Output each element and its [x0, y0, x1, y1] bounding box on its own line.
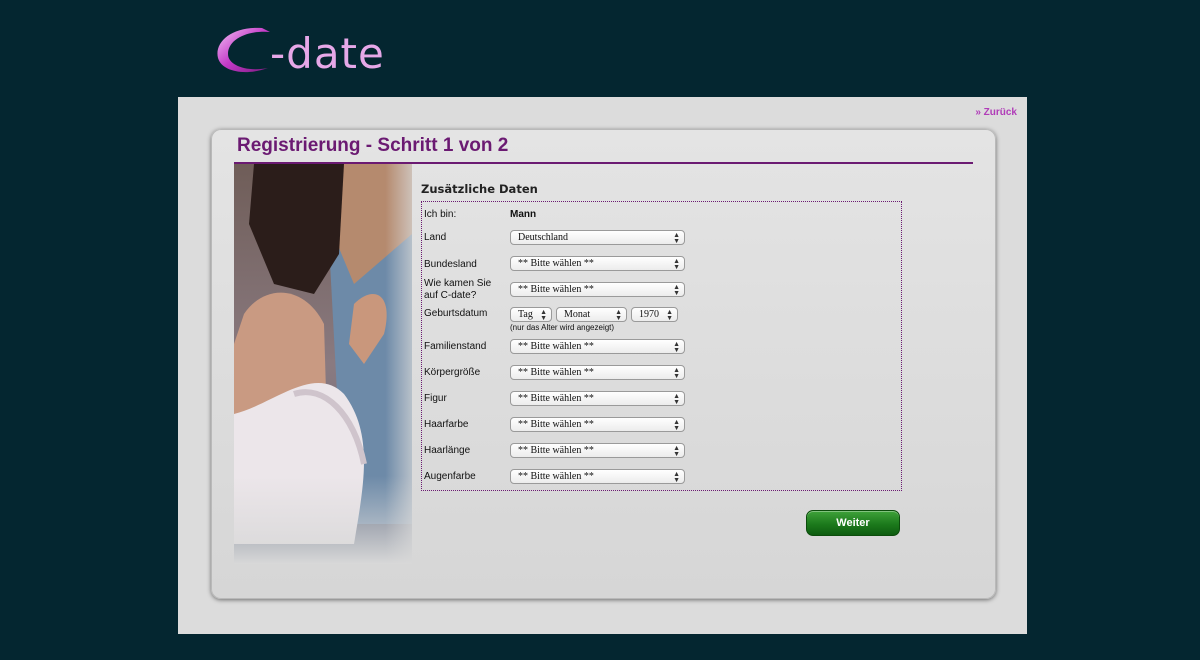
gender-label: Ich bin: — [424, 209, 457, 220]
referral-select-value: ** Bitte wählen ** — [518, 284, 594, 295]
updown-chevron-icon: ▲ ▼ — [666, 308, 673, 322]
hair-length-select-value: ** Bitte wählen ** — [518, 445, 594, 456]
cdate-logo: -date — [212, 20, 412, 80]
section-title: Zusätzliche Daten — [421, 182, 538, 196]
couple-photo — [234, 164, 412, 564]
gender-value: Mann — [510, 209, 537, 220]
birth-year-value: 1970 — [639, 309, 659, 320]
state-label: Bundesland — [424, 259, 477, 270]
updown-chevron-icon: ▲ ▼ — [673, 283, 680, 297]
marital-select-value: ** Bitte wählen ** — [518, 341, 594, 352]
hair-length-label: Haarlänge — [424, 445, 471, 456]
eye-color-label: Augenfarbe — [424, 471, 476, 482]
hair-color-label: Haarfarbe — [424, 419, 469, 430]
referral-label: Wie kamen Sie auf C-date? — [424, 278, 492, 301]
figure-label: Figur — [424, 393, 447, 404]
registration-card: Registrierung - Schritt 1 von 2 Zusätzli… — [211, 129, 996, 599]
updown-chevron-icon: ▲ ▼ — [673, 470, 680, 484]
birthdate-hint: (nur das Alter wird angezeigt) — [510, 323, 615, 332]
next-button[interactable]: Weiter — [806, 510, 900, 536]
marital-label: Familienstand — [424, 341, 487, 352]
marital-select[interactable]: ** Bitte wählen ** ▲ ▼ — [510, 339, 685, 354]
updown-chevron-icon: ▲ ▼ — [615, 308, 622, 322]
hair-length-select[interactable]: ** Bitte wählen ** ▲ ▼ — [510, 443, 685, 458]
country-select-value: Deutschland — [518, 232, 568, 243]
updown-chevron-icon: ▲ ▼ — [673, 231, 680, 245]
country-label: Land — [424, 232, 447, 243]
updown-chevron-icon: ▲ ▼ — [673, 418, 680, 432]
birth-year-select[interactable]: 1970 ▲ ▼ — [631, 307, 678, 322]
updown-chevron-icon: ▲ ▼ — [673, 257, 680, 271]
birth-day-select[interactable]: Tag ▲ ▼ — [510, 307, 552, 322]
updown-chevron-icon: ▲ ▼ — [673, 444, 680, 458]
hair-color-select[interactable]: ** Bitte wählen ** ▲ ▼ — [510, 417, 685, 432]
country-select[interactable]: Deutschland ▲ ▼ — [510, 230, 685, 245]
page-title: Registrierung - Schritt 1 von 2 — [237, 135, 509, 156]
birthdate-label: Geburtsdatum — [424, 308, 488, 319]
hair-color-select-value: ** Bitte wählen ** — [518, 419, 594, 430]
updown-chevron-icon: ▲ ▼ — [673, 392, 680, 406]
height-select-value: ** Bitte wählen ** — [518, 367, 594, 378]
registration-form: Ich bin: Mann Land Deutschland ▲ ▼ Bundes… — [421, 201, 902, 491]
state-select-value: ** Bitte wählen ** — [518, 258, 594, 269]
birth-month-select[interactable]: Monat ▲ ▼ — [556, 307, 627, 322]
height-select[interactable]: ** Bitte wählen ** ▲ ▼ — [510, 365, 685, 380]
back-link[interactable]: » Zurück — [975, 107, 1017, 118]
referral-select[interactable]: ** Bitte wählen ** ▲ ▼ — [510, 282, 685, 297]
birth-day-value: Tag — [518, 309, 533, 320]
updown-chevron-icon: ▲ ▼ — [673, 366, 680, 380]
eye-color-select[interactable]: ** Bitte wählen ** ▲ ▼ — [510, 469, 685, 484]
figure-select[interactable]: ** Bitte wählen ** ▲ ▼ — [510, 391, 685, 406]
height-label: Körpergröße — [424, 367, 481, 378]
updown-chevron-icon: ▲ ▼ — [540, 308, 547, 322]
main-panel: » Zurück Registrierung - Schritt 1 von 2 — [178, 97, 1027, 634]
state-select[interactable]: ** Bitte wählen ** ▲ ▼ — [510, 256, 685, 271]
birth-month-value: Monat — [564, 309, 591, 320]
figure-select-value: ** Bitte wählen ** — [518, 393, 594, 404]
birthdate-row: Geburtsdatum Tag ▲ ▼ Monat ▲ ▼ 1970 ▲ ▼ (nu… — [424, 307, 894, 333]
eye-color-select-value: ** Bitte wählen ** — [518, 471, 594, 482]
logo-text: -date — [270, 29, 385, 78]
updown-chevron-icon: ▲ ▼ — [673, 340, 680, 354]
